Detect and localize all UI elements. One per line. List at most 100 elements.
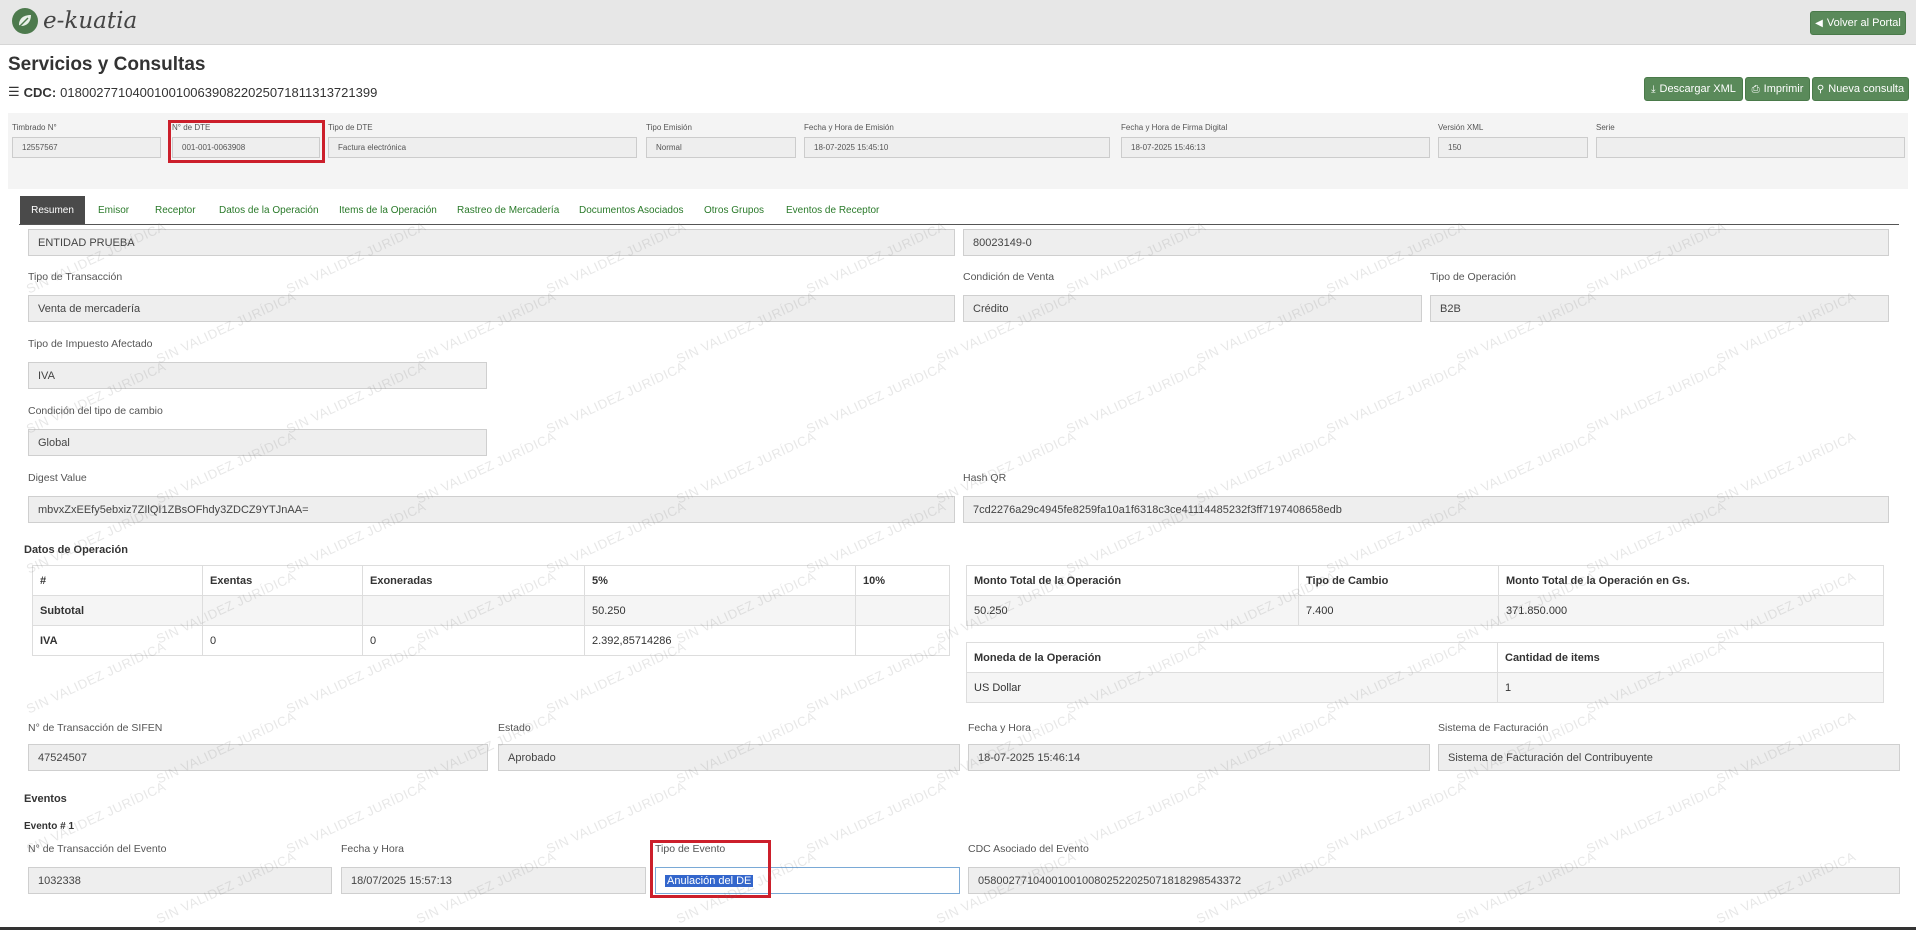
col-monto-total: Monto Total de la Operación [966, 565, 1299, 596]
serie-field: Serie [1596, 123, 1905, 158]
tipo-dte-value[interactable]: Factura electrónica [328, 137, 637, 158]
col-exoneradas: Exoneradas [362, 565, 585, 596]
monto-gs-value: 371.850.000 [1498, 595, 1884, 626]
leaf-logo-icon [12, 8, 38, 34]
evento-cdc-label: CDC Asociado del Evento [968, 843, 1089, 855]
tipo-operacion-label: Tipo de Operación [1430, 271, 1516, 283]
tab-datos-operacion[interactable]: Datos de la Operación [219, 196, 319, 224]
watermark-text: SIN VALIDEZ JURÍDICA [803, 358, 949, 437]
fecha-firma-label: Fecha y Hora de Firma Digital [1121, 123, 1228, 132]
tab-documentos-asociados[interactable]: Documentos Asociados [579, 196, 684, 224]
tab-items-operacion[interactable]: Items de la Operación [339, 196, 437, 224]
subtotal-10 [855, 595, 950, 626]
tipo-dte-field: Tipo de DTE Factura electrónica [328, 123, 637, 158]
tab-receptor[interactable]: Receptor [155, 196, 196, 224]
cantidad-items-value: 1 [1497, 672, 1884, 703]
table-row: 50.250 7.400 371.850.000 [966, 595, 1884, 626]
condicion-venta-field: Condición de Venta Crédito [963, 271, 1422, 322]
tipo-emision-label: Tipo Emisión [646, 123, 692, 132]
download-xml-button[interactable]: ⤓ Descargar XML [1644, 77, 1743, 101]
fecha-emision-field: Fecha y Hora de Emisión 18-07-2025 15:45… [804, 123, 1110, 158]
tipo-transaccion-value[interactable]: Venta de mercadería [28, 295, 955, 322]
col-moneda: Moneda de la Operación [966, 642, 1498, 673]
entidad-value[interactable]: ENTIDAD PRUEBA [28, 229, 955, 256]
digest-value[interactable]: mbvxZxEEfy5ebxiz7ZIlQI1ZBsOFhdy3ZDCZ9YTJ… [28, 496, 955, 523]
tab-eventos-receptor[interactable]: Eventos de Receptor [786, 196, 879, 224]
fecha-emision-label: Fecha y Hora de Emisión [804, 123, 894, 132]
estado-value[interactable]: Aprobado [498, 744, 960, 771]
evento-nro-label: N° de Transacción del Evento [28, 843, 167, 855]
hash-qr-value[interactable]: 7cd2276a29c4945fe8259fa10a1f6318c3ce4111… [963, 496, 1889, 523]
serie-value[interactable] [1596, 137, 1905, 158]
timbrado-value[interactable]: 12557567 [12, 137, 161, 158]
digest-label: Digest Value [28, 472, 87, 484]
subtotal-exoneradas [362, 595, 585, 626]
watermark-text: SIN VALIDEZ JURÍDICA [1713, 428, 1859, 507]
fecha-firma-field: Fecha y Hora de Firma Digital 18-07-2025… [1121, 123, 1430, 158]
estado-field: Estado Aprobado [498, 722, 960, 771]
subtotal-label: Subtotal [32, 595, 203, 626]
brand-name: e-kuatia [43, 8, 138, 34]
download-xml-label: Descargar XML [1659, 83, 1736, 95]
tipo-operacion-field: Tipo de Operación B2B [1430, 271, 1889, 322]
iva-5: 2.392,85714286 [584, 625, 856, 656]
col-5: 5% [584, 565, 856, 596]
tab-resumen[interactable]: Resumen [20, 196, 85, 224]
highlight-tipo-evento [650, 840, 771, 898]
subtotal-exentas [202, 595, 363, 626]
evento-fecha-label: Fecha y Hora [341, 843, 405, 855]
new-query-button[interactable]: ⚲ Nueva consulta [1812, 77, 1909, 101]
nro-transaccion-value[interactable]: 47524507 [28, 744, 488, 771]
highlight-nro-dte [168, 120, 325, 163]
fecha-hora-value[interactable]: 18-07-2025 15:46:14 [968, 744, 1430, 771]
tipo-impuesto-label: Tipo de Impuesto Afectado [28, 338, 153, 350]
tipo-operacion-value[interactable]: B2B [1430, 295, 1889, 322]
list-icon: ☰ [8, 84, 20, 99]
condicion-cambio-value[interactable]: Global [28, 429, 487, 456]
tab-emisor[interactable]: Emisor [98, 196, 129, 224]
digest-field: Digest Value mbvxZxEEfy5ebxiz7ZIlQI1ZBsO… [28, 472, 955, 523]
evento-nro-value[interactable]: 1032338 [28, 867, 332, 894]
arrow-circle-left-icon: ◀ [1815, 17, 1823, 29]
monto-table: Monto Total de la Operación Tipo de Camb… [966, 565, 1884, 626]
version-xml-value[interactable]: 150 [1438, 137, 1588, 158]
logo[interactable]: e-kuatia [12, 8, 137, 34]
datos-operacion-title: Datos de Operación [24, 544, 128, 556]
tipo-emision-value[interactable]: Normal [646, 137, 796, 158]
table-row: Subtotal 50.250 [32, 595, 950, 626]
tipo-impuesto-value[interactable]: IVA [28, 362, 487, 389]
watermark-text: SIN VALIDEZ JURÍDICA [673, 428, 819, 507]
serie-label: Serie [1596, 123, 1615, 132]
condicion-cambio-field: Condición del tipo de cambio Global [28, 405, 487, 456]
cdc-label: CDC: [23, 84, 57, 100]
tab-rastreo-mercaderia[interactable]: Rastreo de Mercadería [457, 196, 559, 224]
evento-cdc-value[interactable]: 0580027710400100100802522025071818298543… [968, 867, 1900, 894]
print-label: Imprimir [1763, 83, 1804, 95]
print-button[interactable]: ⎙ Imprimir [1745, 77, 1810, 101]
condicion-cambio-label: Condición del tipo de cambio [28, 405, 163, 417]
search-icon: ⚲ [1816, 83, 1825, 95]
moneda-table: Moneda de la Operación Cantidad de items… [966, 642, 1884, 703]
fecha-hora-field: Fecha y Hora 18-07-2025 15:46:14 [968, 722, 1430, 771]
tab-bar: Resumen Emisor Receptor Datos de la Oper… [19, 196, 1899, 225]
watermark-text: SIN VALIDEZ JURÍDICA [933, 428, 1079, 507]
hash-qr-label: Hash QR [963, 472, 1007, 484]
subtotal-5: 50.250 [584, 595, 856, 626]
fecha-firma-value[interactable]: 18-07-2025 15:46:13 [1121, 137, 1430, 158]
evento-fecha-value[interactable]: 18/07/2025 15:57:13 [341, 867, 646, 894]
fecha-emision-value[interactable]: 18-07-2025 15:45:10 [804, 137, 1110, 158]
print-icon: ⎙ [1751, 83, 1760, 95]
tab-otros-grupos[interactable]: Otros Grupos [704, 196, 764, 224]
watermark-text: SIN VALIDEZ JURÍDICA [1453, 428, 1599, 507]
iva-table: # Exentas Exoneradas 5% 10% Subtotal 50.… [32, 565, 950, 656]
iva-exoneradas: 0 [362, 625, 585, 656]
col-cantidad-items: Cantidad de items [1497, 642, 1884, 673]
condicion-venta-value[interactable]: Crédito [963, 295, 1422, 322]
sistema-facturacion-value[interactable]: Sistema de Facturación del Contribuyente [1438, 744, 1900, 771]
iva-10 [855, 625, 950, 656]
back-to-portal-button[interactable]: ◀ Volver al Portal [1810, 11, 1906, 35]
ruc-value[interactable]: 80023149-0 [963, 229, 1889, 256]
watermark-text: SIN VALIDEZ JURÍDICA [543, 358, 689, 437]
watermark-text: SIN VALIDEZ JURÍDICA [1323, 778, 1469, 857]
version-xml-field: Versión XML 150 [1438, 123, 1588, 158]
